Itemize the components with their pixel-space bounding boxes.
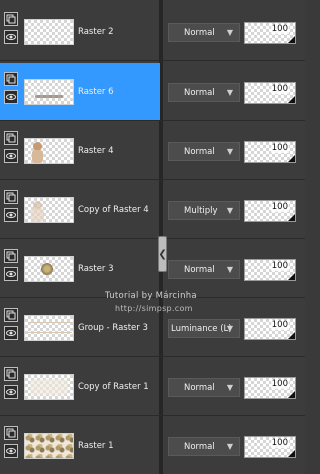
opacity-value[interactable]: 100: [270, 24, 289, 34]
chevron-down-icon[interactable]: ▼: [225, 205, 235, 216]
layer-thumbnail: [24, 79, 74, 105]
blend-mode-dropdown[interactable]: Normal ▼: [168, 83, 240, 102]
eye-icon[interactable]: [4, 208, 18, 222]
blend-mode-label: Normal: [184, 441, 215, 452]
eye-icon[interactable]: [4, 326, 18, 340]
opacity-value[interactable]: 100: [270, 320, 289, 330]
chevron-down-icon[interactable]: ▼: [225, 382, 235, 393]
opacity-slider-corner-icon: [288, 391, 295, 398]
blend-mode-label: Normal: [184, 27, 215, 38]
blend-mode-label: Normal: [184, 264, 215, 275]
raster-layer-icon[interactable]: [4, 12, 18, 26]
blend-mode-dropdown[interactable]: Normal ▼: [168, 23, 240, 42]
blend-mode-dropdown[interactable]: Normal ▼: [168, 378, 240, 397]
blend-mode-dropdown[interactable]: Normal ▼: [168, 142, 240, 161]
opacity-value[interactable]: 100: [270, 438, 289, 448]
opacity-value[interactable]: 100: [270, 143, 289, 153]
layer-name[interactable]: Copy of Raster 1: [78, 382, 158, 392]
raster-layer-icon[interactable]: [4, 367, 18, 381]
watermark-url: http://simpsp.com: [115, 304, 193, 313]
layer-name[interactable]: Copy of Raster 4: [78, 205, 158, 215]
eye-icon[interactable]: [4, 30, 18, 44]
opacity-value[interactable]: 100: [270, 84, 289, 94]
opacity-slider[interactable]: 100: [244, 82, 296, 104]
layer-thumbnail: [24, 433, 74, 459]
layer-thumbnail: [24, 19, 74, 45]
raster-layer-icon[interactable]: [4, 308, 18, 322]
opacity-slider-corner-icon: [288, 36, 295, 43]
raster-layer-icon[interactable]: [4, 249, 18, 263]
chevron-down-icon[interactable]: ▼: [225, 146, 235, 157]
eye-icon[interactable]: [4, 267, 18, 281]
blend-mode-label: Multiply: [184, 205, 218, 216]
opacity-slider[interactable]: 100: [244, 318, 296, 340]
opacity-value[interactable]: 100: [270, 379, 289, 389]
opacity-slider[interactable]: 100: [244, 259, 296, 281]
raster-layer-icon[interactable]: [4, 190, 18, 204]
watermark-text: Tutorial by Márcinha: [105, 291, 197, 301]
layer-visibility-group: [4, 131, 20, 167]
layer-name[interactable]: Raster 1: [78, 441, 158, 451]
blend-mode-dropdown[interactable]: Normal ▼: [168, 260, 240, 279]
opacity-slider-corner-icon: [288, 155, 295, 162]
layer-name[interactable]: Group - Raster 3: [78, 323, 158, 333]
layer-row[interactable]: Raster 2: [0, 3, 160, 61]
eye-icon[interactable]: [4, 149, 18, 163]
opacity-slider[interactable]: 100: [244, 141, 296, 163]
layer-name[interactable]: Raster 6: [78, 87, 158, 97]
opacity-value[interactable]: 100: [270, 261, 289, 271]
opacity-slider-corner-icon: [288, 332, 295, 339]
opacity-slider[interactable]: 100: [244, 436, 296, 458]
layer-visibility-group: [4, 308, 20, 344]
layer-row[interactable]: Copy of Raster 4: [0, 181, 160, 239]
layer-visibility-group: [4, 12, 20, 48]
chevron-down-icon[interactable]: ▼: [225, 264, 235, 275]
layer-row[interactable]: Raster 6: [0, 63, 160, 121]
splitter-handle-icon[interactable]: ❮: [158, 236, 167, 272]
raster-layer-icon[interactable]: [4, 72, 18, 86]
layer-row[interactable]: Copy of Raster 1: [0, 358, 160, 416]
layer-row[interactable]: Raster 3: [0, 240, 160, 298]
raster-layer-icon[interactable]: [4, 426, 18, 440]
layer-name[interactable]: Raster 2: [78, 27, 158, 37]
blend-mode-dropdown[interactable]: Normal ▼: [168, 437, 240, 456]
opacity-slider-corner-icon: [288, 450, 295, 457]
layer-thumbnail: [24, 256, 74, 282]
layer-name[interactable]: Raster 3: [78, 264, 158, 274]
layer-visibility-group: [4, 72, 20, 108]
layer-visibility-group: [4, 190, 20, 226]
blend-mode-dropdown[interactable]: Multiply ▼: [168, 201, 240, 220]
opacity-slider[interactable]: 100: [244, 377, 296, 399]
layer-name[interactable]: Raster 4: [78, 146, 158, 156]
layer-row[interactable]: Raster 4: [0, 122, 160, 180]
blend-mode-label: Normal: [184, 382, 215, 393]
opacity-slider-corner-icon: [288, 214, 295, 221]
blend-mode-label: Normal: [184, 146, 215, 157]
blend-mode-label: Luminance (L): [171, 323, 232, 334]
layer-visibility-group: [4, 367, 20, 403]
layer-thumbnail: [24, 315, 74, 341]
layer-thumbnail: [24, 374, 74, 400]
opacity-slider-corner-icon: [288, 96, 295, 103]
layer-thumbnail: [24, 197, 74, 223]
opacity-slider[interactable]: 100: [244, 22, 296, 44]
layer-thumbnail: [24, 138, 74, 164]
opacity-slider[interactable]: 100: [244, 200, 296, 222]
blend-mode-dropdown[interactable]: Luminance (L) ▼: [168, 319, 240, 338]
opacity-slider-corner-icon: [288, 273, 295, 280]
layer-row[interactable]: Raster 1: [0, 417, 160, 474]
chevron-down-icon[interactable]: ▼: [225, 27, 235, 38]
eye-icon[interactable]: [4, 444, 18, 458]
eye-icon[interactable]: [4, 385, 18, 399]
layer-visibility-group: [4, 426, 20, 462]
chevron-down-icon[interactable]: ▼: [225, 441, 235, 452]
opacity-value[interactable]: 100: [270, 202, 289, 212]
eye-icon[interactable]: [4, 90, 18, 104]
chevron-down-icon[interactable]: ▼: [225, 87, 235, 98]
chevron-down-icon[interactable]: ▼: [225, 323, 235, 334]
blend-mode-label: Normal: [184, 87, 215, 98]
layer-visibility-group: [4, 249, 20, 285]
raster-layer-icon[interactable]: [4, 131, 18, 145]
